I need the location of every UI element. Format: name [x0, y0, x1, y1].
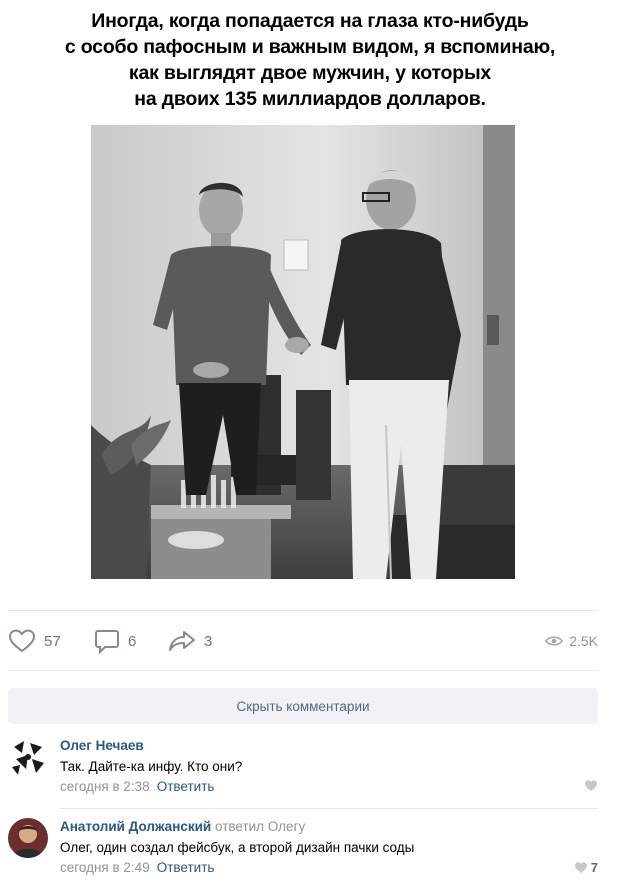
reply-link[interactable]: Ответить	[157, 779, 215, 794]
share-arrow-icon	[169, 631, 195, 651]
replied-label: ответил	[214, 819, 265, 834]
divider	[8, 610, 598, 611]
author-name[interactable]: Олег Нечаев	[60, 738, 144, 753]
comment-meta: сегодня в 2:49 Ответить	[60, 860, 214, 875]
views-count: 2.5K	[569, 633, 598, 649]
comment-time[interactable]: сегодня в 2:49	[60, 860, 150, 875]
share-count: 3	[204, 632, 213, 650]
heart-icon	[585, 780, 597, 791]
views-counter: 2.5K	[545, 626, 598, 656]
photo-illustration	[91, 125, 515, 579]
author-name[interactable]: Анатолий Должанский	[60, 819, 211, 834]
comment-like-button[interactable]: 7	[574, 860, 598, 875]
comment-author: Анатолий Должанский ответил Олегу	[60, 819, 305, 834]
speech-bubble-icon	[95, 630, 119, 654]
comment-like-button[interactable]	[584, 779, 598, 792]
caption-line: Иногда, когда попадается на глаза кто-ни…	[91, 10, 529, 32]
comment-time[interactable]: сегодня в 2:38	[60, 779, 150, 794]
comment-button[interactable]: 6	[94, 626, 136, 656]
post-action-bar: 57 6 3 2.5K	[0, 626, 620, 656]
caption-line: с особо пафосным и важным видом, я вспом…	[64, 36, 556, 58]
comment-item: Анатолий Должанский ответил Олегу Олег, …	[0, 818, 620, 882]
avatar[interactable]	[8, 737, 48, 777]
comment-meta: сегодня в 2:38 Ответить	[60, 779, 214, 794]
heart-icon	[574, 862, 587, 873]
comment-text: Так. Дайте-ка инфу. Кто они?	[60, 759, 243, 774]
heart-outline-icon	[8, 629, 36, 653]
caption-line: на двоих 135 миллиардов долларов.	[134, 88, 486, 110]
like-count: 57	[44, 632, 61, 650]
avatar[interactable]	[8, 818, 48, 858]
comment-item: Олег Нечаев Так. Дайте-ка инфу. Кто они?…	[0, 737, 620, 801]
comment-like-count: 7	[590, 860, 598, 875]
comment-count: 6	[128, 632, 137, 650]
eye-icon	[545, 636, 564, 646]
comment-author[interactable]: Олег Нечаев	[60, 738, 144, 753]
divider	[8, 670, 598, 671]
caption-line: как выглядят двое мужчин, у которых	[128, 62, 492, 84]
share-button[interactable]: 3	[168, 626, 212, 656]
post-caption: Иногда, когда попадается на глаза кто-ни…	[0, 8, 620, 112]
comment-text: Олег, один создал фейсбук, а второй диза…	[60, 840, 415, 855]
post-photo[interactable]	[91, 125, 515, 579]
replied-to-link[interactable]: Олегу	[268, 819, 305, 834]
divider	[60, 808, 598, 809]
hide-comments-button[interactable]: Скрыть комментарии	[8, 688, 598, 724]
like-button[interactable]: 57	[8, 626, 61, 656]
reply-link[interactable]: Ответить	[157, 860, 215, 875]
